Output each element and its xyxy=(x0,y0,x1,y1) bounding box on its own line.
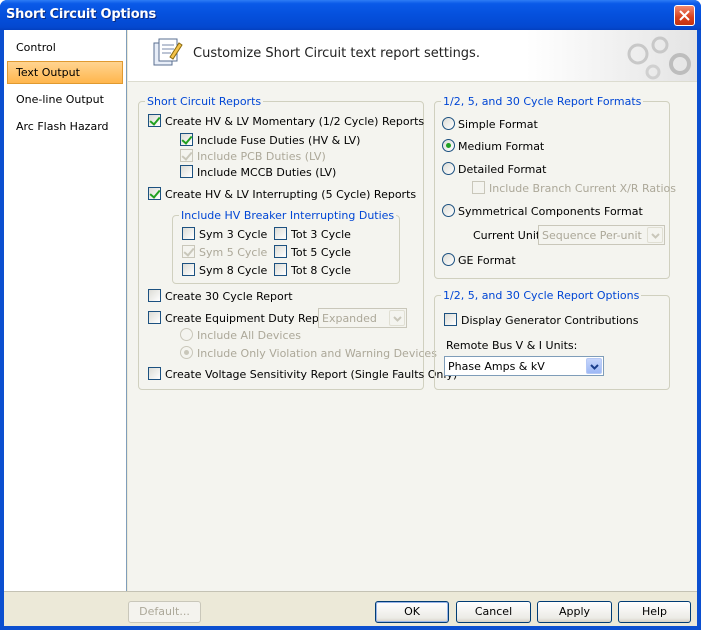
interrupting-checkbox[interactable] xyxy=(148,187,161,200)
momentary-checkbox[interactable] xyxy=(148,114,161,127)
current-unit-value: Sequence Per-unit xyxy=(542,229,642,242)
include-violation-label: Include Only Violation and Warning Devic… xyxy=(197,347,437,360)
equipment-duty-label[interactable]: Create Equipment Duty Report: xyxy=(165,312,338,325)
fuse-duties-checkbox[interactable] xyxy=(180,133,193,146)
group-title: 1/2, 5, and 30 Cycle Report Formats xyxy=(441,95,644,108)
tot5-checkbox[interactable] xyxy=(274,245,287,258)
apply-button[interactable]: Apply xyxy=(537,601,612,623)
gears-icon xyxy=(627,36,691,80)
current-unit-select[interactable]: Sequence Per-unit xyxy=(538,225,665,245)
dropdown-button[interactable] xyxy=(586,358,602,374)
pcb-duties-checkbox[interactable] xyxy=(180,149,193,162)
dialog-client-area: Control Text Output One-line Output Arc … xyxy=(4,30,697,626)
include-violation-radio[interactable] xyxy=(180,346,193,359)
chevron-down-icon xyxy=(651,233,660,239)
equipment-duty-value: Expanded xyxy=(322,312,377,325)
ge-format-radio[interactable] xyxy=(442,253,455,266)
close-icon xyxy=(679,10,690,21)
include-all-label: Include All Devices xyxy=(197,329,302,342)
remote-bus-label: Remote Bus V & I Units: xyxy=(446,339,578,352)
default-button[interactable]: Default... xyxy=(128,601,201,623)
voltage-sensitivity-label[interactable]: Create Voltage Sensitivity Report (Singl… xyxy=(165,368,457,381)
symmetrical-format-label[interactable]: Symmetrical Components Format xyxy=(458,205,643,218)
equipment-duty-select[interactable]: Expanded xyxy=(318,308,407,328)
group-title: 1/2, 5, and 30 Cycle Report Options xyxy=(441,289,642,302)
include-all-radio[interactable] xyxy=(180,328,193,341)
sidebar-item-text-output[interactable]: Text Output xyxy=(7,61,123,84)
mccb-duties-label[interactable]: Include MCCB Duties (LV) xyxy=(197,166,336,179)
sym5-label: Sym 5 Cycle xyxy=(199,246,268,259)
momentary-label[interactable]: Create HV & LV Momentary (1/2 Cycle) Rep… xyxy=(165,115,424,128)
tot3-checkbox[interactable] xyxy=(274,227,287,240)
content-panel: Customize Short Circuit text report sett… xyxy=(128,30,697,591)
branch-xr-label: Include Branch Current X/R Ratios xyxy=(489,182,676,195)
window-title: Short Circuit Options xyxy=(6,7,157,22)
chevron-down-icon xyxy=(590,364,599,370)
symmetrical-format-radio[interactable] xyxy=(442,204,455,217)
tot3-label[interactable]: Tot 3 Cycle xyxy=(291,228,351,241)
close-button[interactable] xyxy=(674,5,695,26)
pcb-duties-label: Include PCB Duties (LV) xyxy=(197,150,326,163)
current-unit-label: Current Unit: xyxy=(473,229,544,242)
sidebar: Control Text Output One-line Output Arc … xyxy=(4,30,127,591)
medium-format-radio[interactable] xyxy=(442,139,455,152)
sym3-checkbox[interactable] xyxy=(182,227,195,240)
branch-xr-checkbox[interactable] xyxy=(472,181,485,194)
chevron-down-icon xyxy=(393,316,402,322)
cancel-button[interactable]: Cancel xyxy=(456,601,531,623)
display-generator-checkbox[interactable] xyxy=(444,313,457,326)
tot8-label[interactable]: Tot 8 Cycle xyxy=(291,264,351,277)
sym8-checkbox[interactable] xyxy=(182,263,195,276)
sidebar-item-control[interactable]: Control xyxy=(7,36,123,59)
display-generator-label[interactable]: Display Generator Contributions xyxy=(461,314,638,327)
dropdown-button[interactable] xyxy=(389,310,405,326)
group-title: Short Circuit Reports xyxy=(145,95,264,108)
dialog-window: Short Circuit Options Control Text Outpu… xyxy=(0,0,701,630)
remote-bus-units-select[interactable]: Phase Amps & kV xyxy=(444,356,604,376)
medium-format-label[interactable]: Medium Format xyxy=(458,140,544,153)
simple-format-label[interactable]: Simple Format xyxy=(458,118,538,131)
title-bar[interactable]: Short Circuit Options xyxy=(0,0,701,30)
sym8-label[interactable]: Sym 8 Cycle xyxy=(199,264,267,277)
remote-bus-units-value: Phase Amps & kV xyxy=(448,360,545,373)
simple-format-radio[interactable] xyxy=(442,117,455,130)
equipment-duty-checkbox[interactable] xyxy=(148,311,161,324)
dropdown-button[interactable] xyxy=(647,227,663,243)
cycle30-label[interactable]: Create 30 Cycle Report xyxy=(165,290,293,303)
page-header: Customize Short Circuit text report sett… xyxy=(128,30,697,82)
interrupting-label[interactable]: Create HV & LV Interrupting (5 Cycle) Re… xyxy=(165,188,416,201)
voltage-sensitivity-checkbox[interactable] xyxy=(148,367,161,380)
detailed-format-label[interactable]: Detailed Format xyxy=(458,163,546,176)
dialog-footer: Default... OK Cancel Apply Help xyxy=(4,591,697,626)
sidebar-item-one-line-output[interactable]: One-line Output xyxy=(7,88,123,111)
ok-button[interactable]: OK xyxy=(375,601,449,623)
tot8-checkbox[interactable] xyxy=(274,263,287,276)
cycle30-checkbox[interactable] xyxy=(148,289,161,302)
tot5-label[interactable]: Tot 5 Cycle xyxy=(291,246,351,259)
help-button[interactable]: Help xyxy=(618,601,691,623)
fuse-duties-label[interactable]: Include Fuse Duties (HV & LV) xyxy=(197,134,360,147)
ge-format-label[interactable]: GE Format xyxy=(458,254,516,267)
page-header-text: Customize Short Circuit text report sett… xyxy=(193,46,480,61)
report-settings-icon xyxy=(153,38,183,66)
group-title: Include HV Breaker Interrupting Duties xyxy=(179,209,397,222)
mccb-duties-checkbox[interactable] xyxy=(180,165,193,178)
sym5-checkbox[interactable] xyxy=(182,245,195,258)
sym3-label[interactable]: Sym 3 Cycle xyxy=(199,228,267,241)
sidebar-item-arc-flash-hazard[interactable]: Arc Flash Hazard xyxy=(7,115,123,138)
detailed-format-radio[interactable] xyxy=(442,162,455,175)
